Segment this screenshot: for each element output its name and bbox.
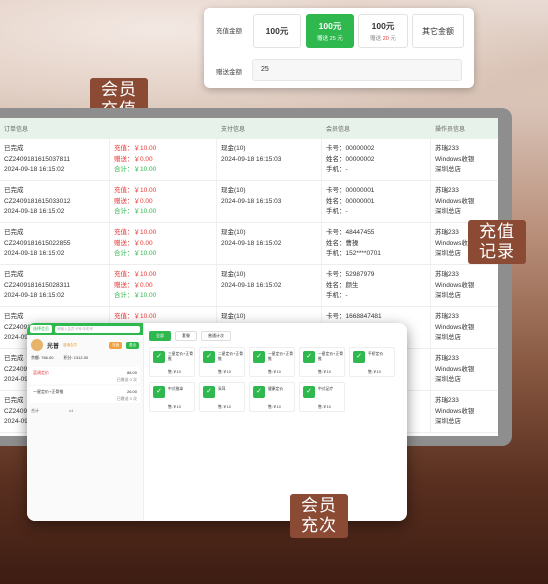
amount-cell: 充值：￥10.00赠送：￥0.00合计：￥10.00 [110,265,217,306]
product-image: ✓ [203,351,215,363]
product-price: 售:￥10 [318,405,331,409]
order-cell: 已完成 CZ2409181615028311 2024-09-18 16:15:02 [0,265,110,306]
product-image: ✓ [353,351,365,363]
select-member-chip[interactable]: 选择会员 [30,325,52,333]
product-card[interactable]: ✓ 平桥定价售:￥10 [349,347,395,377]
product-card[interactable]: ✓ 二星定价+正骨推售:￥10 [199,347,245,377]
product-card[interactable]: ✓ 一星定价+正骨推售:￥10 [249,347,295,377]
product-card[interactable]: ✓ 中式推拿售:￥10 [149,382,195,412]
member-tag: 普通会员 [63,342,78,347]
product-name: 三星定价+正骨推 [168,352,193,361]
operator-cell: 苏瑞233 Windows收银 深圳总店 [435,187,475,215]
member-cell: 卡号：48447455 姓名：曹操 手机：152****0701 [322,223,431,264]
pos-member-panel: 选择会员 请输入会员卡号/手机号 光普 普通会员 充值 退出 余额: 766.0… [27,323,144,521]
footer-total-label: 合计 [31,408,39,413]
product-price: 售:￥10 [268,370,281,374]
gift-amount-input[interactable]: 25 [252,59,462,81]
table-row[interactable]: 已完成 CZ2409181615033012 2024-09-18 16:15:02… [0,181,498,223]
amount-cell: 充值：￥10.00赠送：￥0.00合计：￥10.00 [110,139,217,180]
product-card[interactable]: ✓ 中式足疗售:￥10 [299,382,345,412]
product-name: 二星定价+正骨推 [218,352,243,361]
tablet-pos: 选择会员 请输入会员卡号/手机号 光普 普通会员 充值 退出 余额: 766.0… [27,323,407,521]
cart-item[interactable]: 蓝调定价 88.00 已赠送 0 次 [30,367,140,384]
recharge-record-badge: 充值记录 [468,220,526,264]
operator-cell: 苏瑞233 Windows收银 深圳总店 [435,397,475,425]
product-price: 售:￥10 [268,405,281,409]
product-image: ✓ [203,386,215,398]
table-row[interactable]: 已完成 CZ2409181615028311 2024-09-18 16:15:02… [0,265,498,307]
product-card[interactable]: ✓ 采耳售:￥10 [199,382,245,412]
member-times-badge: 会员充次 [290,494,348,538]
product-image: ✓ [253,386,265,398]
member-cell: 卡号：00000001 姓名：00000001 手机：- [322,181,431,222]
product-card[interactable]: ✓ 三星定价+正骨推售:￥10 [149,347,195,377]
table-row[interactable]: 已完成 CZ2409181615022855 2024-09-18 16:15:02… [0,223,498,265]
points-text: 积分: 1312.00 [63,355,89,360]
product-name: 中式推拿 [168,387,184,391]
order-cell: 已完成 CZ2409181615022855 2024-09-18 16:15:02 [0,223,110,264]
product-name: 一星定价+正骨推 [268,352,293,361]
pos-products-panel: 全部 套餐 普通计次 ✓ 三星定价+正骨推 售:￥10 ✓ 二星定价+正骨推 售:￥10 ✓… [145,323,407,521]
product-image: ✓ [303,386,315,398]
tab-all[interactable]: 全部 [149,331,171,341]
footer-qty: x1 [69,408,74,413]
operator-cell: 苏瑞233 Windows收银 深圳总店 [435,313,475,341]
cart-item[interactable]: 一星定价+正骨推 26.00 已赠送 0 次 [30,386,140,403]
product-image: ✓ [153,386,165,398]
order-cell: 已完成 CZ2409181615037811 2024-09-18 16:15:02 [0,139,110,180]
operator-cell: 苏瑞233 Windows收银 深圳总店 [435,271,475,299]
product-price: 售:￥10 [168,370,181,374]
amount-option-other[interactable]: 其它金额 [412,14,464,48]
tab-count[interactable]: 普通计次 [201,331,231,341]
payment-cell: 现金(10) 2024-09-18 16:15:03 [217,181,322,222]
product-image: ✓ [303,351,315,363]
exit-button[interactable]: 退出 [126,341,139,349]
product-price: 售:￥10 [368,370,381,374]
product-price: 售:￥10 [168,405,181,409]
avatar [31,339,43,351]
product-price: 售:￥10 [218,370,231,374]
amount-option-1[interactable]: 100元 [253,14,301,48]
tab-package[interactable]: 套餐 [175,331,197,341]
amount-label: 充值金额 [216,28,242,35]
product-image: ✓ [253,351,265,363]
operator-cell: 苏瑞233 Windows收银 深圳总店 [435,145,475,173]
product-name: 健康定价 [268,387,284,391]
product-price: 售:￥10 [218,405,231,409]
amount-cell: 充值：￥10.00赠送：￥0.00合计：￥10.00 [110,223,217,264]
product-name: 一星定价+正骨推 [318,352,343,361]
operator-cell: 苏瑞233 Windows收银 深圳总店 [435,355,475,383]
member-cell: 卡号：00000002 姓名：00000002 手机：- [322,139,431,180]
member-cell: 卡号：52987979 姓名：颜生 手机：- [322,265,431,306]
member-name: 光普 [47,343,60,350]
recharge-panel: 充值金额 100元 100元 赠送 25 元 100元 赠送 20 元 其它金额… [204,8,474,88]
amount-option-3[interactable]: 100元 赠送 20 元 [358,14,408,48]
product-name: 中式足疗 [318,387,334,391]
amount-cell: 充值：￥10.00赠送：￥0.00合计：￥10.00 [110,181,217,222]
product-price: 售:￥10 [318,370,331,374]
payment-cell: 现金(10) 2024-09-18 16:15:03 [217,139,322,180]
payment-cell: 现金(10)2024-09-18 16:15:02 [217,265,322,306]
product-name: 平桥定价 [368,352,384,356]
product-name: 采耳 [218,387,226,391]
amount-option-2[interactable]: 100元 赠送 25 元 [306,14,354,48]
table-header: 订单信息 支付信息 会员信息 操作员信息 [0,118,498,139]
product-card[interactable]: ✓ 健康定价售:￥10 [249,382,295,412]
recharge-button[interactable]: 充值 [109,341,122,349]
order-cell: 已完成 CZ2409181615033012 2024-09-18 16:15:02 [0,181,110,222]
payment-cell: 现金(10)2024-09-18 16:15:02 [217,223,322,264]
gift-label: 赠送金额 [216,69,242,76]
table-row[interactable]: 已完成 CZ2409181615037811 2024-09-18 16:15:02… [0,139,498,181]
member-search-input[interactable]: 请输入会员卡号/手机号 [55,325,140,333]
product-image: ✓ [153,351,165,363]
balance-text: 余额: 766.00 [31,355,54,360]
product-card[interactable]: ✓ 一星定价+正骨推售:￥10 [299,347,345,377]
